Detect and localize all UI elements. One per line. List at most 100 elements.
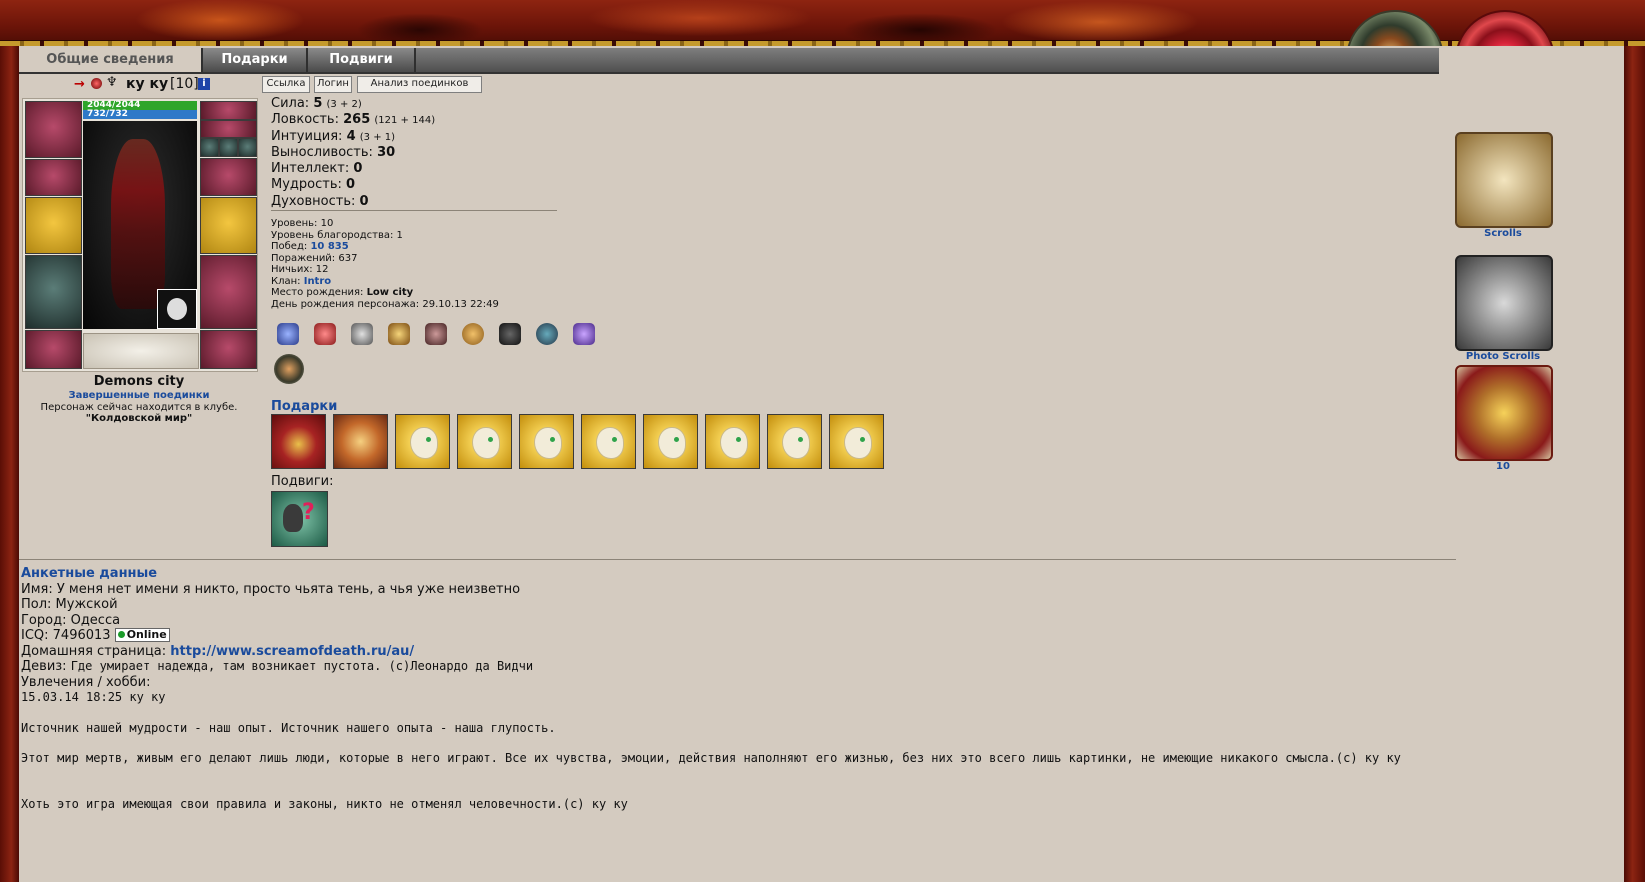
gift-scroll[interactable] bbox=[457, 414, 512, 469]
character-figure bbox=[111, 139, 165, 309]
profile-hobby-label: Увлечения / хобби: bbox=[21, 674, 151, 690]
detail-nobility: Уровень благородства: 1 bbox=[271, 229, 403, 241]
detail-clan: Клан: Intro bbox=[271, 275, 332, 287]
profile-homepage: Домашняя страница: http://www.screamofde… bbox=[21, 643, 415, 659]
stat-row: Интуиция: 4 (3 + 1) bbox=[271, 128, 396, 144]
medal-demon-icon[interactable] bbox=[499, 323, 521, 345]
right-frame bbox=[1624, 46, 1645, 882]
stats-list: Сила: 5 (3 + 2) Ловкость: 265 (121 + 144… bbox=[271, 96, 435, 210]
amulet-slot[interactable] bbox=[200, 120, 257, 138]
medal-dark-shield-icon[interactable] bbox=[425, 323, 447, 345]
medal-purple-shield-icon[interactable] bbox=[573, 323, 595, 345]
detail-losses: Поражений: 637 bbox=[271, 252, 358, 264]
photo-scrolls-item[interactable]: Photo Scrolls bbox=[1455, 255, 1553, 362]
paper-doll: 2044/2044 732/732 bbox=[22, 98, 258, 372]
medal-red-shield-icon[interactable] bbox=[314, 323, 336, 345]
info-icon[interactable]: i bbox=[198, 78, 210, 90]
tab-general-info[interactable]: Общие сведения bbox=[19, 48, 203, 72]
detail-level: Уровень: 10 bbox=[271, 218, 334, 229]
profile-quote: Источник нашей мудрости - наш опыт. Исто… bbox=[21, 720, 556, 735]
weapon-slot[interactable] bbox=[25, 197, 82, 254]
gloves-slot[interactable] bbox=[200, 158, 257, 196]
gift-scroll[interactable] bbox=[395, 414, 450, 469]
gift-scroll[interactable] bbox=[705, 414, 760, 469]
belt-slot[interactable] bbox=[25, 330, 82, 369]
align-orb-icon bbox=[91, 78, 102, 89]
boots-slot[interactable] bbox=[200, 330, 257, 369]
gift-scroll[interactable] bbox=[829, 414, 884, 469]
homepage-link[interactable]: http://www.screamofdeath.ru/au/ bbox=[170, 644, 414, 659]
stat-row: Сила: 5 (3 + 2) bbox=[271, 96, 362, 111]
leggings-slot[interactable] bbox=[200, 255, 257, 329]
medal-blue-shield-icon[interactable] bbox=[277, 323, 299, 345]
gift-bowl[interactable] bbox=[333, 414, 388, 469]
city-name: Demons city bbox=[93, 374, 185, 389]
armor-slot[interactable] bbox=[25, 255, 82, 329]
left-frame bbox=[0, 46, 19, 882]
tab-feats[interactable]: Подвиги bbox=[308, 48, 416, 72]
stat-row: Выносливость: 30 bbox=[271, 144, 396, 160]
counter-value: 10 bbox=[1496, 461, 1510, 472]
login-button[interactable]: Логин bbox=[314, 76, 352, 93]
profile-city: Город: Одесса bbox=[21, 612, 121, 628]
city-block: Demons city Завершенные поединки Персона… bbox=[19, 374, 259, 424]
gift-chest[interactable] bbox=[271, 414, 326, 469]
medal-gold-shield-icon[interactable] bbox=[388, 323, 410, 345]
character-details: Уровень: 10 Уровень благородства: 1 Побе… bbox=[271, 218, 499, 310]
gift-scroll[interactable] bbox=[519, 414, 574, 469]
gift-scroll[interactable] bbox=[643, 414, 698, 469]
location-place: "Колдовской мир" bbox=[85, 413, 193, 424]
medal-gear-icon[interactable] bbox=[536, 323, 558, 345]
location-line: Персонаж сейчас находится в клубе. bbox=[40, 402, 238, 413]
sealed-scroll-icon bbox=[1455, 365, 1553, 461]
profile-quote: Хоть это игра имеющая свои правила и зак… bbox=[21, 796, 628, 811]
earrings-slot[interactable] bbox=[200, 101, 257, 120]
ring-slot-3[interactable] bbox=[238, 138, 257, 157]
feats-title: Подвиги: bbox=[271, 474, 334, 489]
stats-divider bbox=[271, 210, 557, 211]
medal-compass-icon[interactable] bbox=[462, 323, 484, 345]
medal-grey-shield-icon[interactable] bbox=[351, 323, 373, 345]
bag-slot[interactable] bbox=[83, 333, 199, 369]
detail-birthplace: Место рождения: Low city bbox=[271, 287, 414, 298]
mana-bar: 732/732 bbox=[83, 110, 197, 119]
shield-slot[interactable] bbox=[200, 197, 257, 254]
transfer-arrow-icon[interactable]: → bbox=[74, 77, 85, 92]
ring-slot-2[interactable] bbox=[219, 138, 238, 157]
profile-name: Имя: У меня нет имени я никто, просто чь… bbox=[21, 581, 521, 597]
medal-orb-icon[interactable] bbox=[274, 354, 304, 384]
scrolls-book-icon bbox=[1455, 132, 1553, 228]
counter-item[interactable]: 10 bbox=[1455, 365, 1553, 472]
character-header: → ♆ ку ку [10] i bbox=[74, 74, 274, 92]
stat-row: Ловкость: 265 (121 + 144) bbox=[271, 112, 436, 128]
feat-unknown-icon[interactable]: ? bbox=[271, 491, 328, 547]
battle-analysis-button[interactable]: Анализ поединков bbox=[357, 76, 482, 93]
tab-bar: Общие сведения Подарки Подвиги bbox=[19, 48, 1439, 74]
profile-divider bbox=[19, 559, 1456, 560]
gift-scroll[interactable] bbox=[581, 414, 636, 469]
stat-row: Мудрость: 0 bbox=[271, 177, 356, 193]
stat-row: Интеллект: 0 bbox=[271, 161, 363, 177]
bracers-slot[interactable] bbox=[25, 159, 82, 196]
scrolls-item[interactable]: Scrolls bbox=[1455, 132, 1553, 239]
clan-icon[interactable]: ♆ bbox=[106, 75, 118, 90]
profile-panel: Общие сведения Подарки Подвиги → ♆ ку ку… bbox=[19, 46, 1624, 882]
link-button[interactable]: Ссылка bbox=[262, 76, 310, 93]
scrolls-label: Scrolls bbox=[1484, 228, 1522, 239]
profile-hobby-date: 15.03.14 18:25 ку ку bbox=[21, 690, 166, 704]
helmet-slot[interactable] bbox=[25, 101, 82, 158]
profile-motto: Девиз: Где умирает надежда, там возникае… bbox=[21, 659, 534, 674]
profile-icq: ICQ: 7496013 Online bbox=[21, 628, 1461, 644]
detail-draws: Ничьих: 12 bbox=[271, 264, 329, 275]
pet-icon[interactable] bbox=[157, 289, 197, 329]
gift-scroll[interactable] bbox=[767, 414, 822, 469]
clan-link[interactable]: Intro bbox=[304, 276, 331, 287]
finished-battles-link[interactable]: Завершенные поединки bbox=[19, 390, 259, 401]
profile-title: Анкетные данные bbox=[21, 566, 158, 581]
character-level: [10] bbox=[170, 76, 199, 92]
profile-section: Анкетные данные Имя: У меня нет имени я … bbox=[21, 566, 1461, 812]
gifts-title: Подарки bbox=[271, 399, 338, 414]
profile-gender: Пол: Мужской bbox=[21, 597, 118, 612]
tab-gifts[interactable]: Подарки bbox=[203, 48, 308, 72]
ring-slot-1[interactable] bbox=[200, 138, 219, 157]
